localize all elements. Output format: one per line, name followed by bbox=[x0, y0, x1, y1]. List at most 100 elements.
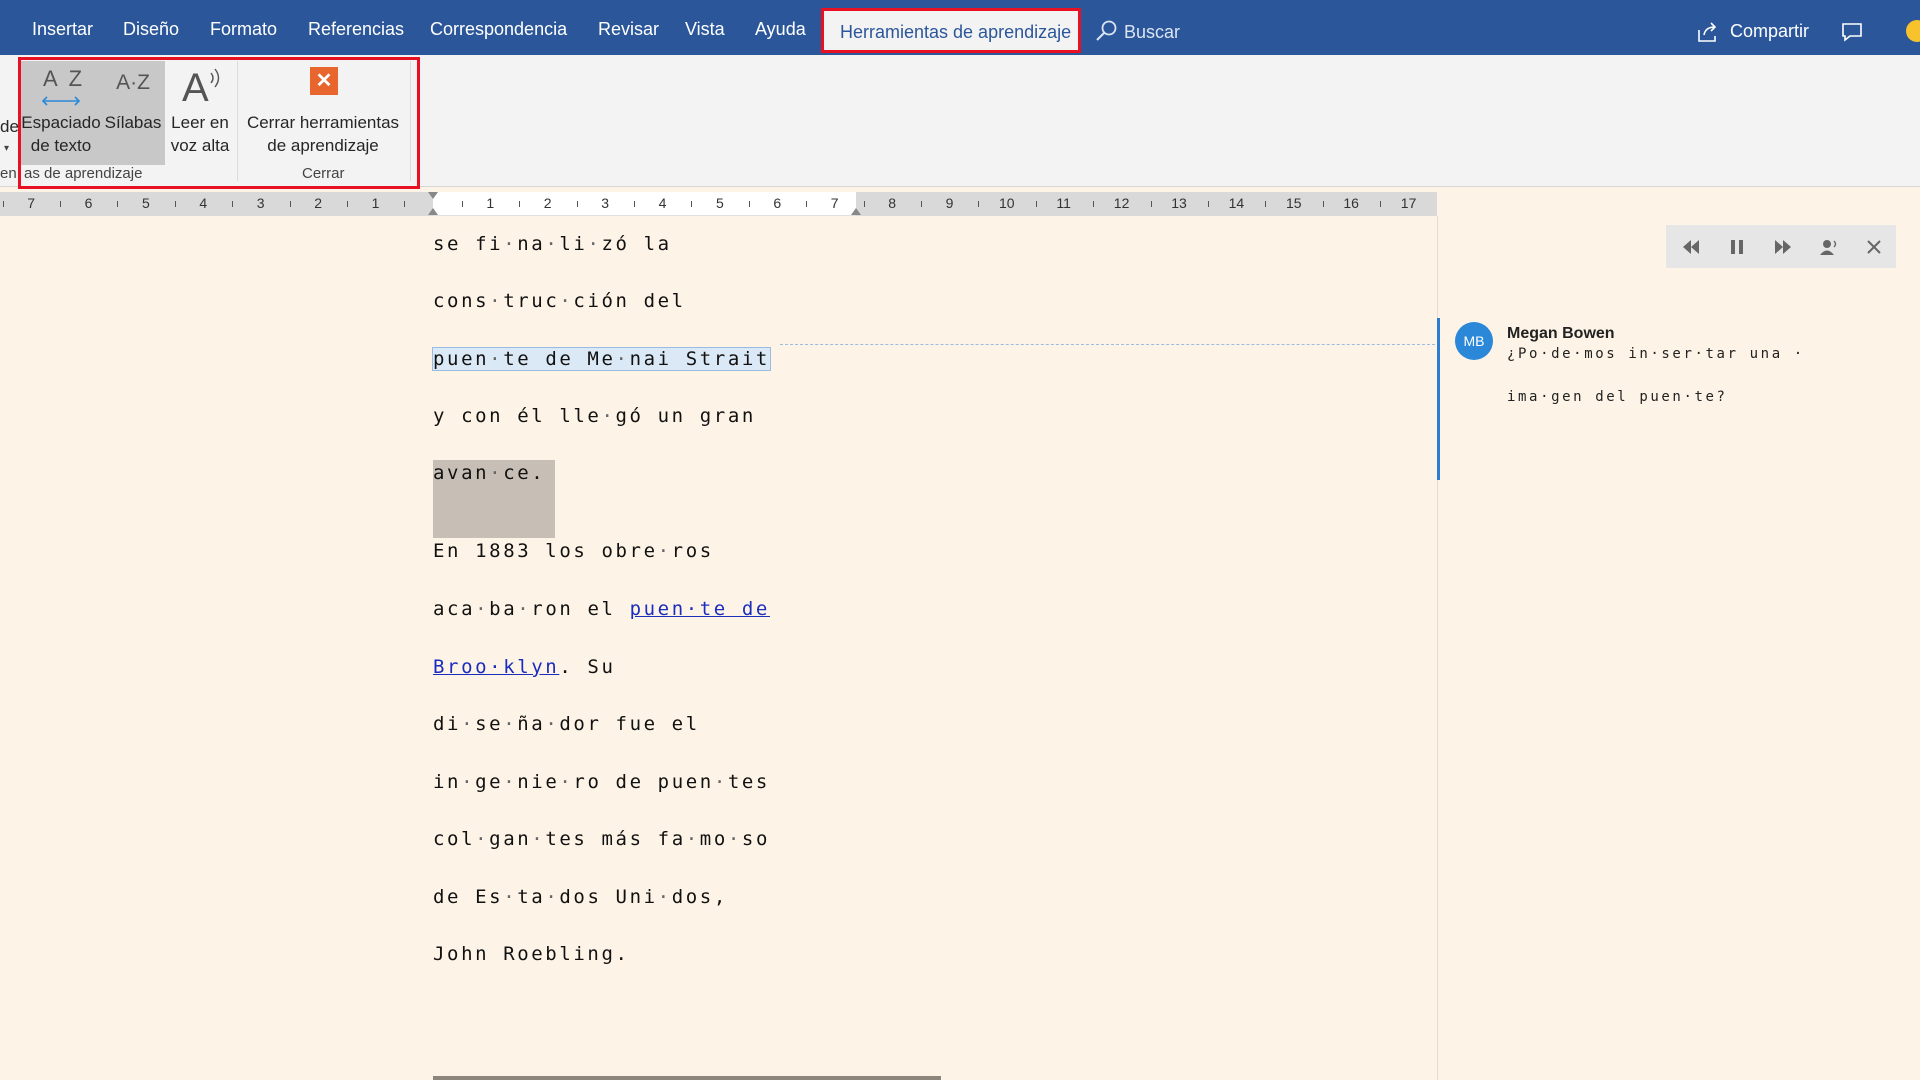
read-aloud-button[interactable]: A Leer en voz alta bbox=[165, 61, 235, 165]
ruler-number: 4 bbox=[658, 195, 667, 211]
avatar: MB bbox=[1455, 322, 1493, 360]
hyperlink[interactable]: Broo·klyn bbox=[433, 656, 559, 678]
ruler-tick bbox=[59, 201, 61, 207]
ruler-tick bbox=[174, 201, 176, 207]
ruler-tick bbox=[346, 201, 348, 207]
ruler-tick bbox=[289, 201, 291, 207]
document-line[interactable]: avan·ce. bbox=[433, 462, 545, 484]
ruler-number: 16 bbox=[1343, 195, 1359, 211]
text-spacing-label-2: de texto bbox=[30, 136, 92, 155]
partial-dropdown-arrow-icon[interactable]: ▾ bbox=[4, 143, 9, 154]
ruler-tick bbox=[404, 201, 406, 207]
ruler-number: 11 bbox=[1056, 195, 1071, 211]
ruler-tick bbox=[748, 201, 750, 207]
ruler-tick bbox=[806, 201, 808, 207]
ruler-number: 5 bbox=[142, 195, 150, 211]
close-tools-label-1: Cerrar herramientas bbox=[246, 113, 400, 132]
selected-text[interactable]: puen·te de Me·nai Strait bbox=[432, 347, 771, 371]
close-learning-tools-button[interactable]: ✕ Cerrar herramientas de aprendizaje bbox=[239, 61, 407, 165]
comment-text-line-1[interactable]: ¿Po·de·mos in·ser·tar una · bbox=[1507, 346, 1805, 362]
ruler-tick bbox=[519, 201, 521, 207]
tab-diseno[interactable]: Diseño bbox=[123, 19, 179, 40]
text-spacing-label-1: Espaciado bbox=[21, 113, 101, 132]
ruler-number: 12 bbox=[1113, 195, 1130, 211]
ruler-number: 17 bbox=[1400, 195, 1417, 211]
ruler-number: 10 bbox=[999, 195, 1015, 211]
document-line[interactable]: y con él lle·gó un gran bbox=[433, 405, 756, 427]
tab-herramientas-de-aprendizaje[interactable]: Herramientas de aprendizaje bbox=[821, 8, 1081, 53]
tab-formato[interactable]: Formato bbox=[210, 19, 277, 40]
syllables-label: Sílabas bbox=[104, 113, 162, 132]
voice-settings-icon[interactable] bbox=[1818, 236, 1840, 258]
ruler-tick bbox=[2, 201, 4, 207]
hyperlink[interactable]: puen·te de bbox=[630, 598, 770, 620]
search-icon bbox=[1096, 20, 1117, 41]
tab-insertar[interactable]: Insertar bbox=[32, 19, 93, 40]
comments-icon[interactable] bbox=[1840, 21, 1864, 43]
ruler-number: 3 bbox=[256, 195, 265, 211]
indent-marker-bottom-icon[interactable] bbox=[428, 208, 438, 215]
document-line[interactable]: Broo·klyn. Su bbox=[433, 656, 616, 678]
ruler-tick bbox=[1035, 201, 1037, 207]
ruler-tick bbox=[576, 201, 578, 207]
pause-icon[interactable] bbox=[1726, 236, 1748, 258]
document-line[interactable]: cons·truc·ción del bbox=[433, 290, 686, 312]
text-spacing-button[interactable]: A Z Espaciado de texto bbox=[21, 61, 101, 165]
ruler-number: 5 bbox=[716, 195, 724, 211]
share-icon bbox=[1698, 22, 1717, 42]
document-line[interactable]: de Es·ta·dos Uni·dos, bbox=[433, 886, 728, 908]
next-paragraph-icon[interactable] bbox=[1772, 236, 1794, 258]
partial-group-label: en bbox=[0, 165, 17, 182]
ruler-tick bbox=[1380, 201, 1382, 207]
document-line[interactable]: in·ge·nie·ro de puen·tes bbox=[433, 771, 770, 793]
ruler-number: 8 bbox=[888, 195, 896, 211]
ruler-number: 6 bbox=[773, 195, 782, 211]
tab-correspondencia[interactable]: Correspondencia bbox=[430, 19, 567, 40]
ruler-tick bbox=[920, 201, 922, 207]
comment-text-line-2[interactable]: ima·gen del puen·te? bbox=[1507, 389, 1728, 405]
ruler-number: 1 bbox=[486, 195, 495, 211]
bridge-image-top-edge[interactable] bbox=[433, 1076, 941, 1080]
document-line[interactable]: di·se·ña·dor fue el bbox=[433, 713, 700, 735]
tab-ayuda[interactable]: Ayuda bbox=[755, 19, 806, 40]
ribbon-panel: de ▾ en A Z Espaciado de texto A·Z Sílab… bbox=[0, 55, 1920, 189]
syllables-icon: A·Z bbox=[116, 71, 150, 94]
ruler-tick bbox=[1207, 201, 1209, 207]
close-icon: ✕ bbox=[310, 67, 338, 95]
indent-marker-icon[interactable] bbox=[428, 192, 438, 199]
syllables-button[interactable]: A·Z Sílabas bbox=[101, 61, 165, 165]
ruler-tick bbox=[1322, 201, 1324, 207]
tab-referencias[interactable]: Referencias bbox=[308, 19, 404, 40]
document-line[interactable]: aca·ba·ron el puen·te de bbox=[433, 598, 770, 620]
ruler-margin-left bbox=[0, 192, 433, 216]
document-line[interactable]: En 1883 los obre·ros bbox=[433, 540, 714, 562]
read-aloud-label-2: voz alta bbox=[170, 136, 230, 155]
previous-paragraph-icon[interactable] bbox=[1680, 236, 1702, 258]
ruler-tick bbox=[232, 201, 234, 207]
document-line[interactable]: puen·te de Me·nai Strait bbox=[432, 347, 771, 371]
close-group-label: Cerrar bbox=[302, 165, 345, 182]
ruler-tick bbox=[1265, 201, 1267, 207]
close-read-aloud-icon[interactable] bbox=[1863, 236, 1885, 258]
document-line[interactable]: John Roebling. bbox=[433, 943, 630, 965]
feedback-smiley-icon[interactable] bbox=[1906, 20, 1920, 42]
right-indent-marker-icon[interactable] bbox=[851, 208, 861, 215]
tab-revisar[interactable]: Revisar bbox=[598, 19, 659, 40]
ruler-tick bbox=[461, 201, 463, 207]
ruler-number: 9 bbox=[945, 195, 954, 211]
group-separator bbox=[237, 61, 238, 181]
tab-vista[interactable]: Vista bbox=[685, 19, 725, 40]
search-label: Buscar bbox=[1124, 22, 1181, 42]
horizontal-ruler[interactable]: 7 6 5 4 3 2 1 1 2 3 4 5 6 7 8 9 10 11 12 13 14 15 16 17 bbox=[0, 192, 1437, 216]
read-aloud-toolbar bbox=[1666, 225, 1896, 268]
ribbon-tab-bar: Insertar Diseño Formato Referencias Corr… bbox=[0, 0, 1920, 55]
ruler-number: 1 bbox=[371, 195, 380, 211]
ruler-number: 7 bbox=[27, 195, 35, 211]
ruler-number: 4 bbox=[199, 195, 208, 211]
close-tools-label-2: de aprendizaje bbox=[267, 136, 379, 155]
partial-ribbon-button[interactable]: de bbox=[0, 115, 19, 138]
ruler-number: 2 bbox=[314, 195, 322, 211]
ruler-number: 13 bbox=[1171, 195, 1187, 211]
document-line[interactable]: col·gan·tes más fa·mo·so bbox=[433, 828, 770, 850]
document-line[interactable]: se fi·na·li·zó la bbox=[433, 233, 672, 255]
